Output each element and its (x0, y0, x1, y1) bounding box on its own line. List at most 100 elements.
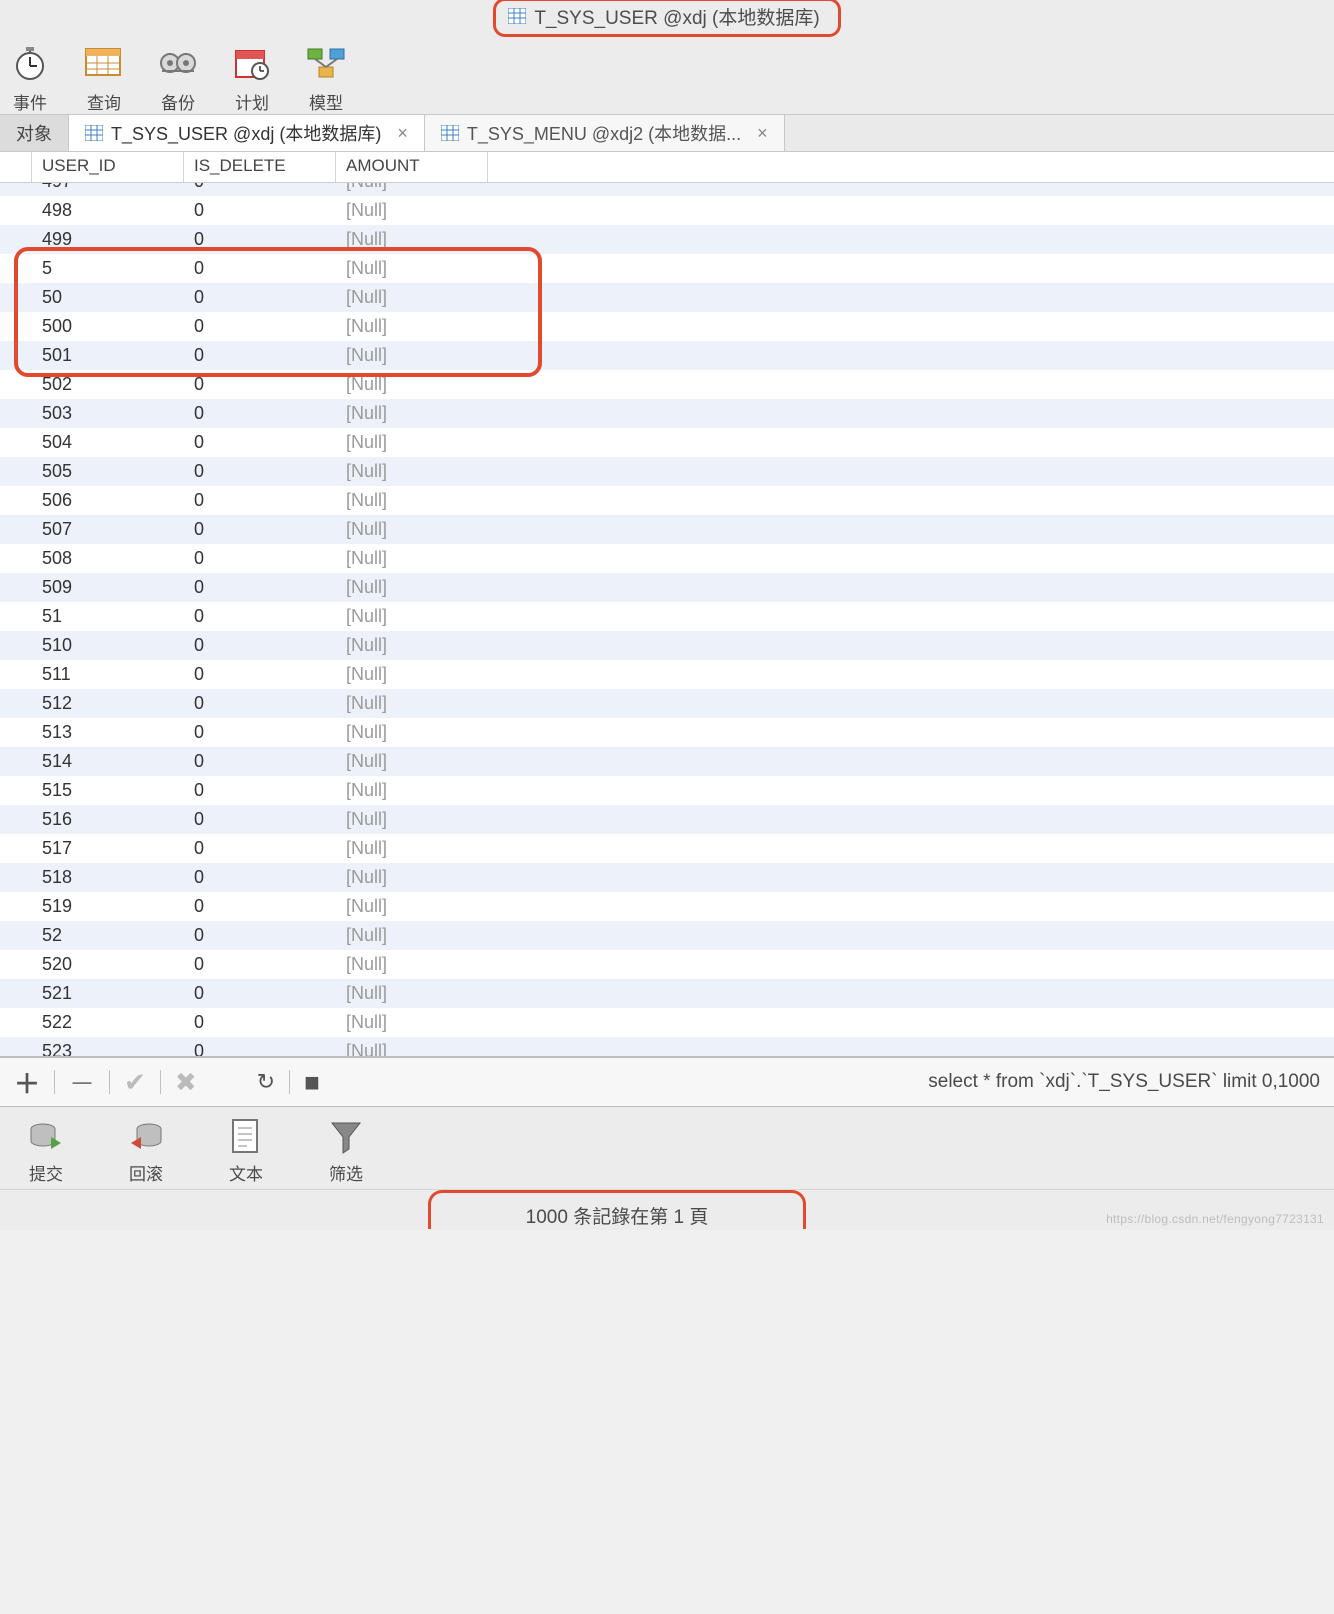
cell-amount[interactable]: [Null] (336, 867, 488, 888)
cell-is-delete[interactable]: 0 (184, 606, 336, 627)
cell-user-id[interactable]: 507 (32, 519, 184, 540)
cancel-button[interactable]: ✖ (175, 1067, 197, 1098)
cell-is-delete[interactable]: 0 (184, 548, 336, 569)
table-row[interactable]: 5160[Null] (0, 805, 1334, 834)
cell-user-id[interactable]: 498 (32, 200, 184, 221)
table-row[interactable]: 5060[Null] (0, 486, 1334, 515)
add-row-button[interactable]: ＋ (14, 1064, 40, 1101)
cell-is-delete[interactable]: 0 (184, 229, 336, 250)
cell-amount[interactable]: [Null] (336, 490, 488, 511)
cell-amount[interactable]: [Null] (336, 664, 488, 685)
table-row[interactable]: 5050[Null] (0, 457, 1334, 486)
text-button[interactable]: 文本 (216, 1117, 276, 1185)
table-row[interactable]: 5040[Null] (0, 428, 1334, 457)
column-header-is-delete[interactable]: IS_DELETE (184, 152, 336, 182)
cell-is-delete[interactable]: 0 (184, 809, 336, 830)
cell-is-delete[interactable]: 0 (184, 1041, 336, 1057)
cell-amount[interactable]: [Null] (336, 954, 488, 975)
cell-amount[interactable]: [Null] (336, 461, 488, 482)
cell-user-id[interactable]: 499 (32, 229, 184, 250)
cell-is-delete[interactable]: 0 (184, 780, 336, 801)
cell-amount[interactable]: [Null] (336, 722, 488, 743)
delete-row-button[interactable]: － (69, 1064, 95, 1101)
cell-amount[interactable]: [Null] (336, 635, 488, 656)
cell-user-id[interactable]: 519 (32, 896, 184, 917)
cell-amount[interactable]: [Null] (336, 925, 488, 946)
table-row[interactable]: 5150[Null] (0, 776, 1334, 805)
cell-amount[interactable]: [Null] (336, 345, 488, 366)
table-row[interactable]: 5190[Null] (0, 892, 1334, 921)
cell-is-delete[interactable]: 0 (184, 577, 336, 598)
cell-user-id[interactable]: 506 (32, 490, 184, 511)
toolbar-schedule-button[interactable]: 计划 (222, 40, 282, 114)
cell-amount[interactable]: [Null] (336, 838, 488, 859)
table-row[interactable]: 4970[Null] (0, 183, 1334, 196)
commit-button[interactable]: 提交 (16, 1117, 76, 1185)
rollback-button[interactable]: 回滚 (116, 1117, 176, 1185)
table-row[interactable]: 500[Null] (0, 283, 1334, 312)
cell-user-id[interactable]: 513 (32, 722, 184, 743)
cell-amount[interactable]: [Null] (336, 577, 488, 598)
cell-user-id[interactable]: 512 (32, 693, 184, 714)
cell-amount[interactable]: [Null] (336, 432, 488, 453)
cell-user-id[interactable]: 521 (32, 983, 184, 1004)
cell-amount[interactable]: [Null] (336, 1041, 488, 1057)
cell-user-id[interactable]: 522 (32, 1012, 184, 1033)
table-row[interactable]: 510[Null] (0, 602, 1334, 631)
table-row[interactable]: 5180[Null] (0, 863, 1334, 892)
cell-is-delete[interactable]: 0 (184, 403, 336, 424)
cell-is-delete[interactable]: 0 (184, 693, 336, 714)
cell-user-id[interactable]: 5 (32, 258, 184, 279)
cell-is-delete[interactable]: 0 (184, 751, 336, 772)
cell-amount[interactable]: [Null] (336, 258, 488, 279)
cell-user-id[interactable]: 502 (32, 374, 184, 395)
cell-amount[interactable]: [Null] (336, 896, 488, 917)
objects-tab[interactable]: 对象 (0, 115, 69, 151)
cell-is-delete[interactable]: 0 (184, 432, 336, 453)
table-row[interactable]: 5090[Null] (0, 573, 1334, 602)
cell-amount[interactable]: [Null] (336, 809, 488, 830)
column-header-amount[interactable]: AMOUNT (336, 152, 488, 182)
toolbar-query-button[interactable]: 查询 (74, 40, 134, 114)
table-row[interactable]: 5140[Null] (0, 747, 1334, 776)
cell-is-delete[interactable]: 0 (184, 954, 336, 975)
cell-is-delete[interactable]: 0 (184, 461, 336, 482)
cell-amount[interactable]: [Null] (336, 287, 488, 308)
cell-user-id[interactable]: 51 (32, 606, 184, 627)
cell-is-delete[interactable]: 0 (184, 983, 336, 1004)
cell-amount[interactable]: [Null] (336, 693, 488, 714)
cell-amount[interactable]: [Null] (336, 1012, 488, 1033)
cell-amount[interactable]: [Null] (336, 751, 488, 772)
cell-user-id[interactable]: 504 (32, 432, 184, 453)
cell-is-delete[interactable]: 0 (184, 374, 336, 395)
table-row[interactable]: 5100[Null] (0, 631, 1334, 660)
cell-is-delete[interactable]: 0 (184, 490, 336, 511)
cell-is-delete[interactable]: 0 (184, 183, 336, 192)
cell-user-id[interactable]: 511 (32, 664, 184, 685)
cell-is-delete[interactable]: 0 (184, 867, 336, 888)
table-row[interactable]: 5080[Null] (0, 544, 1334, 573)
cell-user-id[interactable]: 510 (32, 635, 184, 656)
table-row[interactable]: 5070[Null] (0, 515, 1334, 544)
cell-amount[interactable]: [Null] (336, 200, 488, 221)
cell-amount[interactable]: [Null] (336, 548, 488, 569)
cell-amount[interactable]: [Null] (336, 780, 488, 801)
table-row[interactable]: 5210[Null] (0, 979, 1334, 1008)
table-row[interactable]: 5170[Null] (0, 834, 1334, 863)
cell-user-id[interactable]: 52 (32, 925, 184, 946)
table-row[interactable]: 5230[Null] (0, 1037, 1334, 1057)
table-row[interactable]: 50[Null] (0, 254, 1334, 283)
toolbar-events-button[interactable]: 事件 (0, 40, 60, 114)
cell-is-delete[interactable]: 0 (184, 635, 336, 656)
table-row[interactable]: 5110[Null] (0, 660, 1334, 689)
cell-user-id[interactable]: 505 (32, 461, 184, 482)
cell-amount[interactable]: [Null] (336, 519, 488, 540)
cell-amount[interactable]: [Null] (336, 983, 488, 1004)
stop-button[interactable]: ■ (304, 1067, 320, 1098)
cell-is-delete[interactable]: 0 (184, 722, 336, 743)
cell-amount[interactable]: [Null] (336, 606, 488, 627)
cell-user-id[interactable]: 516 (32, 809, 184, 830)
cell-user-id[interactable]: 501 (32, 345, 184, 366)
cell-is-delete[interactable]: 0 (184, 345, 336, 366)
cell-is-delete[interactable]: 0 (184, 519, 336, 540)
